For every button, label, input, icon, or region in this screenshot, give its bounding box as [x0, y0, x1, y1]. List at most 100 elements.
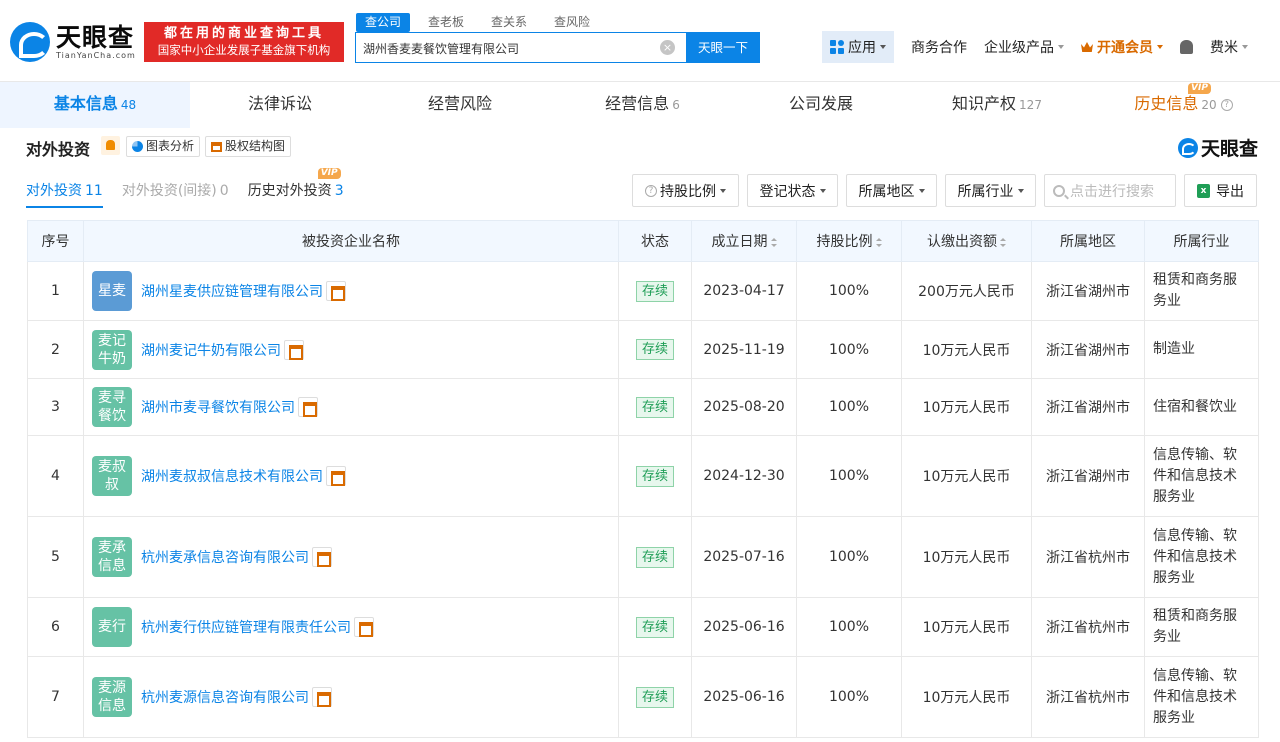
- company-link[interactable]: 湖州星麦供应链管理有限公司: [141, 281, 323, 301]
- company-logo[interactable]: 麦记牛奶: [92, 329, 132, 370]
- equity-tree-icon[interactable]: [298, 397, 318, 417]
- tab-legal[interactable]: 法律诉讼: [190, 82, 370, 128]
- cell-industry: 住宿和餐饮业: [1144, 378, 1259, 436]
- table-row: 2 麦记牛奶 湖州麦记牛奶有限公司 存续 2025-11-19 100% 10万元人民币 浙江…: [27, 320, 1259, 379]
- col-header-status: 状态: [618, 220, 692, 262]
- equity-structure-button[interactable]: 股权结构图: [205, 136, 292, 157]
- subtab-history[interactable]: 历史对外投资 3 VIP: [248, 168, 344, 208]
- equity-tree-icon[interactable]: [312, 547, 332, 567]
- tree-icon: [211, 141, 222, 152]
- cell-name: 麦记牛奶 湖州麦记牛奶有限公司: [83, 320, 619, 379]
- company-link[interactable]: 杭州麦行供应链管理有限责任公司: [141, 617, 351, 637]
- company-link[interactable]: 湖州麦记牛奶有限公司: [141, 340, 281, 360]
- company-logo[interactable]: 麦寻餐饮: [92, 387, 132, 427]
- cell-no: 6: [27, 597, 84, 657]
- subtab-direct[interactable]: 对外投资 11: [26, 180, 103, 208]
- equity-tree-icon[interactable]: [326, 281, 346, 301]
- tab-operation[interactable]: 经营信息 6: [550, 82, 735, 128]
- chevron-down-icon: [880, 45, 886, 49]
- status-badge: 存续: [635, 280, 674, 302]
- chevron-down-icon: [720, 188, 726, 193]
- cell-industry: 信息传输、软件和信息技术服务业: [1144, 516, 1259, 598]
- cell-no: 2: [27, 320, 84, 379]
- chevron-down-icon: [819, 188, 826, 193]
- export-button[interactable]: x 导出: [1184, 174, 1257, 207]
- slogan-line-2: 国家中小企业发展子基金旗下机构: [157, 43, 331, 57]
- cell-capital: 10万元人民币: [901, 435, 1032, 517]
- company-logo[interactable]: 麦承信息: [92, 537, 132, 577]
- tab-ip[interactable]: 知识产权 127: [907, 82, 1087, 128]
- tab-history[interactable]: 历史信息 20? VIP: [1087, 82, 1280, 128]
- nav-enterprise[interactable]: 企业级产品: [984, 37, 1064, 57]
- filter-industry[interactable]: 所属行业: [945, 174, 1036, 207]
- cell-region: 浙江省湖州市: [1031, 261, 1145, 321]
- search-tab-risk[interactable]: 查风险: [545, 13, 599, 32]
- help-icon[interactable]: ?: [1220, 98, 1233, 111]
- table-row: 1 星麦 湖州星麦供应链管理有限公司 存续 2023-04-17 100% 200万元人民币…: [27, 261, 1259, 321]
- cell-name: 麦叔叔 湖州麦叔叔信息技术有限公司: [83, 435, 619, 517]
- nav-business[interactable]: 商务合作: [911, 37, 967, 57]
- search-tab-boss[interactable]: 查老板: [419, 13, 473, 32]
- chart-analysis-button[interactable]: 图表分析: [126, 136, 201, 157]
- subtab-indirect[interactable]: 对外投资(间接) 0: [122, 180, 229, 208]
- company-link[interactable]: 湖州麦叔叔信息技术有限公司: [141, 466, 323, 486]
- filter-label: 持股比例: [660, 183, 716, 200]
- cell-region: 浙江省杭州市: [1031, 597, 1145, 657]
- outbound-investment-section: 对外投资 图表分析 股权结构图 天眼查 对外投资 11 对外投资(间接) 0 历史对…: [0, 128, 1280, 742]
- apps-label: 应用: [848, 40, 876, 56]
- notification-button[interactable]: [1180, 40, 1193, 54]
- subtab-count: 11: [85, 183, 103, 199]
- cell-ratio: 100%: [796, 435, 902, 517]
- status-badge: 存续: [635, 396, 674, 418]
- logo-icon: [10, 22, 50, 62]
- search-button[interactable]: 天眼一下: [686, 32, 760, 63]
- company-logo[interactable]: 麦行: [92, 607, 132, 647]
- tab-label: 知识产权: [952, 94, 1017, 113]
- equity-tree-icon[interactable]: [354, 617, 374, 637]
- cell-region: 浙江省湖州市: [1031, 378, 1145, 436]
- company-link[interactable]: 杭州麦源信息咨询有限公司: [141, 687, 309, 707]
- company-logo[interactable]: 麦叔叔: [92, 456, 132, 496]
- search-tab-relation[interactable]: 查关系: [482, 13, 536, 32]
- user-name: 费米: [1210, 40, 1238, 56]
- search-tab-company[interactable]: 查公司: [356, 13, 411, 32]
- company-logo[interactable]: 麦源信息: [92, 677, 132, 717]
- equity-tree-icon[interactable]: [326, 466, 346, 486]
- col-header-capital[interactable]: 认缴出资额: [901, 220, 1032, 262]
- cell-status: 存续: [618, 516, 692, 598]
- company-link[interactable]: 湖州市麦寻餐饮有限公司: [141, 397, 295, 417]
- cell-ratio: 100%: [796, 378, 902, 436]
- company-logo[interactable]: 星麦: [92, 271, 132, 311]
- filter-status[interactable]: 登记状态: [747, 174, 838, 207]
- apps-menu[interactable]: 应用: [822, 31, 894, 63]
- filter-region[interactable]: 所属地区: [846, 174, 937, 207]
- table-row: 4 麦叔叔 湖州麦叔叔信息技术有限公司 存续 2024-12-30 100% 10万元人民币…: [27, 435, 1259, 517]
- tab-count: 127: [1019, 98, 1042, 112]
- equity-tree-icon[interactable]: [284, 339, 304, 360]
- col-header-no: 序号: [27, 220, 84, 262]
- user-menu[interactable]: 费米: [1210, 37, 1248, 57]
- company-link[interactable]: 杭州麦承信息咨询有限公司: [141, 547, 309, 567]
- cell-date: 2024-12-30: [691, 435, 797, 517]
- tab-basic-info[interactable]: 基本信息 48: [0, 82, 190, 128]
- equity-tree-icon[interactable]: [312, 687, 332, 707]
- nav-vip-label: 开通会员: [1097, 40, 1153, 56]
- site-logo[interactable]: 天眼查 TianYanCha.com: [10, 22, 136, 62]
- tab-risk[interactable]: 经营风险: [370, 82, 550, 128]
- clear-icon[interactable]: ×: [660, 40, 675, 55]
- tab-count: 6: [672, 98, 680, 112]
- tab-label: 经营风险: [427, 94, 492, 113]
- col-header-date[interactable]: 成立日期: [691, 220, 797, 262]
- search-input[interactable]: 湖州香麦麦餐饮管理有限公司: [363, 40, 519, 57]
- subtab-count: 0: [219, 183, 229, 199]
- bell-icon[interactable]: [101, 136, 120, 155]
- chevron-down-icon: [1017, 188, 1024, 193]
- cell-status: 存续: [618, 435, 692, 517]
- filter-ratio[interactable]: ? 持股比例: [632, 174, 739, 207]
- table-search-input[interactable]: 点击进行搜索: [1044, 174, 1176, 207]
- col-header-ratio[interactable]: 持股比例: [796, 220, 902, 262]
- tab-development[interactable]: 公司发展: [735, 82, 907, 128]
- cell-date: 2023-04-17: [691, 261, 797, 321]
- nav-vip[interactable]: 开通会员: [1081, 37, 1163, 57]
- slogan-line-1: 都在用的商业查询工具: [163, 26, 324, 41]
